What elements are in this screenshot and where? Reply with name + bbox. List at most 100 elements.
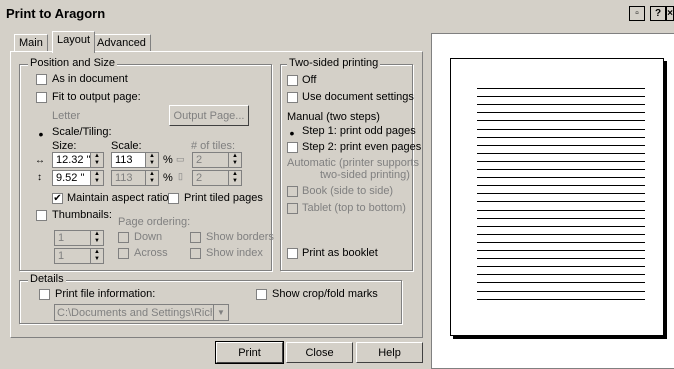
dialog-title: Print to Aragorn [6, 6, 106, 21]
fit-to-page-label: Fit to output page: [52, 91, 141, 103]
down-order-label: Down [134, 231, 163, 243]
thumb-cols-value: 1 [58, 232, 65, 244]
maintain-aspect-checkbox[interactable]: ✔ [52, 193, 63, 204]
tiles-x-value: 2 [196, 154, 203, 166]
preview-toggle-icon[interactable]: ▫ [629, 6, 645, 21]
step1-radio[interactable]: • [287, 126, 297, 140]
book-checkbox[interactable] [287, 186, 298, 197]
step2-label: Step 2: print even pages [302, 141, 422, 153]
preview-text-line [477, 225, 645, 227]
height-spinner-arrows[interactable]: ▲ ▼ [90, 171, 103, 185]
use-doc-label: Use document settings [302, 91, 414, 103]
tab-layout[interactable]: Layout [52, 31, 96, 53]
preview-text-line [477, 177, 645, 179]
off-checkbox[interactable] [287, 75, 298, 86]
preview-text-line [477, 266, 645, 268]
show-borders-checkbox[interactable] [190, 232, 201, 243]
help-icon[interactable]: ? [650, 6, 666, 21]
down-order-checkbox[interactable] [118, 232, 129, 243]
tiles-y-spinner[interactable]: 2 ▲ ▼ [192, 170, 242, 186]
print-tiled-checkbox[interactable] [168, 193, 179, 204]
thumbnails-checkbox[interactable] [36, 210, 47, 221]
page-ordering-label: Page ordering: [118, 216, 191, 228]
preview-text-line [477, 112, 645, 114]
size-label: Size: [52, 140, 77, 152]
preview-text-line [477, 233, 645, 235]
manual-label: Manual (two steps) [287, 111, 380, 123]
automatic-label: Automatic (printer supports [287, 157, 420, 169]
preview-text-line [477, 169, 645, 170]
width-spinner[interactable]: 12.32 " ▲ ▼ [52, 152, 104, 168]
show-index-checkbox[interactable] [190, 248, 201, 259]
print-file-info-label: Print file information: [55, 288, 156, 300]
scale-x-spinner[interactable]: 113 ▲ ▼ [111, 152, 159, 168]
tiles-y-spinner-arrows[interactable]: ▲ ▼ [228, 171, 241, 185]
tiles-x-spinner[interactable]: 2 ▲ ▼ [192, 152, 242, 168]
preview-text-line [477, 185, 645, 187]
across-order-label: Across [134, 247, 168, 259]
tablet-label: Tablet (top to bottom) [302, 202, 406, 214]
height-value: 9.52 " [56, 172, 85, 184]
preview-text-line [477, 258, 645, 260]
preview-text-line [477, 88, 645, 89]
paper-size-label: Letter [52, 110, 81, 122]
file-info-path-dropdown[interactable]: C:\Documents and Settings\Richard\ ▼ [54, 304, 229, 321]
tiles-y-icon: ▯ [178, 171, 183, 181]
preview-text-line [477, 128, 645, 130]
book-label: Book (side to side) [302, 185, 394, 197]
show-crop-checkbox[interactable] [256, 289, 267, 300]
output-page-button[interactable]: Output Page... [169, 105, 249, 126]
as-in-document-checkbox[interactable] [36, 74, 47, 85]
thumb-rows-arrows[interactable]: ▲ ▼ [90, 249, 103, 263]
print-button[interactable]: Print [215, 341, 284, 364]
maintain-aspect-label: Maintain aspect ratio [67, 192, 169, 204]
details-label: Details [28, 273, 66, 285]
preview-text-line [477, 96, 645, 98]
scale-label: Scale: [111, 140, 142, 152]
print-file-info-checkbox[interactable] [39, 289, 50, 300]
tab-advanced[interactable]: Advanced [92, 34, 151, 52]
position-size-label: Position and Size [28, 57, 117, 69]
close-button[interactable]: Close [286, 342, 353, 363]
close-icon[interactable]: × [666, 6, 674, 21]
tiles-y-value: 2 [196, 172, 203, 184]
show-borders-label: Show borders [206, 231, 274, 243]
off-label: Off [302, 74, 317, 86]
thumb-cols-spinner[interactable]: 1 ▲ ▼ [54, 230, 104, 246]
file-info-path: C:\Documents and Settings\Richard\ [57, 307, 212, 319]
preview-text-line [477, 209, 645, 211]
tiles-x-spinner-arrows[interactable]: ▲ ▼ [228, 153, 241, 167]
fit-to-page-checkbox[interactable] [36, 92, 47, 103]
scale-x-spinner-arrows[interactable]: ▲ ▼ [145, 153, 158, 167]
scale-y-pct: % [163, 172, 173, 184]
scale-y-value: 113 [115, 172, 133, 184]
width-icon: ↔ [35, 155, 45, 166]
scale-tiling-radio[interactable]: • [36, 127, 46, 141]
show-index-label: Show index [206, 247, 263, 259]
use-doc-checkbox[interactable] [287, 92, 298, 103]
preview-text-line [477, 250, 645, 251]
booklet-checkbox[interactable] [287, 248, 298, 259]
scale-y-spinner-arrows[interactable]: ▲ ▼ [145, 171, 158, 185]
preview-text-line [477, 144, 645, 146]
height-spinner[interactable]: 9.52 " ▲ ▼ [52, 170, 104, 186]
as-in-document-label: As in document [52, 73, 128, 85]
tab-main[interactable]: Main [14, 34, 48, 52]
step2-checkbox[interactable] [287, 142, 298, 153]
preview-text-line [477, 241, 645, 243]
show-crop-label: Show crop/fold marks [272, 288, 378, 300]
thumb-cols-arrows[interactable]: ▲ ▼ [90, 231, 103, 245]
preview-text-line [477, 290, 645, 292]
across-order-checkbox[interactable] [118, 248, 129, 259]
scale-tiling-label: Scale/Tiling: [52, 126, 112, 138]
scale-y-spinner[interactable]: 113 ▲ ▼ [111, 170, 159, 186]
chevron-down-icon[interactable]: ▼ [213, 305, 228, 320]
preview-page [450, 58, 664, 336]
tiles-label: # of tiles: [191, 140, 236, 152]
preview-text-line [477, 298, 645, 300]
thumb-rows-spinner[interactable]: 1 ▲ ▼ [54, 248, 104, 264]
width-spinner-arrows[interactable]: ▲ ▼ [90, 153, 103, 167]
help-button[interactable]: Help [356, 342, 423, 363]
tablet-checkbox[interactable] [287, 203, 298, 214]
height-icon: ↕ [37, 172, 42, 183]
